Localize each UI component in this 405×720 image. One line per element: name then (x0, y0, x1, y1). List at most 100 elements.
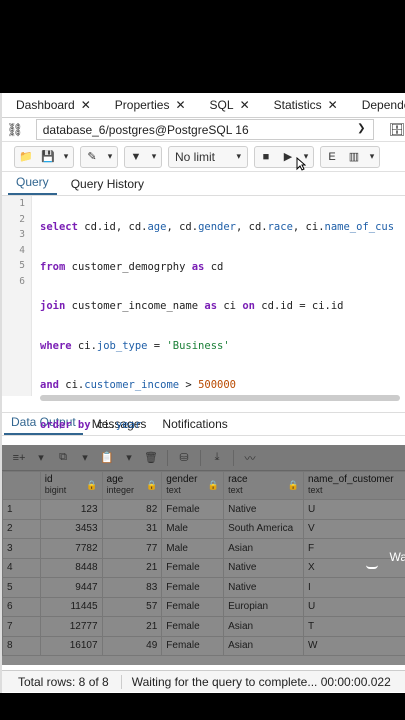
connection-status-icon[interactable]: ⛓ (2, 122, 28, 138)
table-row[interactable]: 6 11445 57 Female Europian U (2, 596, 405, 617)
cell-age[interactable]: 21 (101, 557, 163, 578)
horizontal-scrollbar[interactable] (40, 395, 400, 401)
tab-statistics[interactable]: Statistics ✕ (260, 93, 348, 117)
cell-age[interactable]: 21 (101, 616, 163, 637)
close-icon[interactable]: ✕ (328, 98, 338, 112)
chevron-down-icon[interactable]: ▾ (103, 147, 117, 167)
cell-race[interactable]: Native (223, 499, 305, 520)
cell-gender[interactable]: Female (161, 557, 225, 578)
cell-name-of-customer[interactable]: V (303, 518, 405, 539)
copy-icon[interactable]: ⧉ (54, 449, 72, 467)
cell-id[interactable]: 123 (39, 499, 103, 520)
cell-id[interactable]: 16107 (39, 635, 103, 656)
cell-gender[interactable]: Male (161, 538, 225, 559)
cell-age[interactable]: 82 (101, 499, 163, 520)
row-number[interactable]: 7 (2, 616, 41, 637)
tab-dashboard[interactable]: Dashboard ✕ (2, 93, 101, 117)
cell-race[interactable]: Asian (223, 616, 305, 637)
row-number[interactable]: 3 (2, 538, 41, 559)
results-table: id bigint 🔒 age integer 🔒 gender text 🔒 (2, 471, 405, 656)
divider (233, 449, 234, 466)
save-data-icon[interactable]: ⛁ (175, 449, 193, 467)
column-header-gender[interactable]: gender text 🔒 (161, 471, 225, 500)
cell-age[interactable]: 31 (101, 518, 163, 539)
cell-name-of-customer[interactable]: I (303, 577, 405, 598)
cell-name-of-customer[interactable]: W (303, 635, 405, 656)
cell-gender[interactable]: Female (161, 499, 225, 520)
table-row[interactable]: 5 9447 83 Female Native I (2, 577, 405, 598)
tab-dependencies[interactable]: Dependencies✕ (348, 93, 405, 117)
close-icon[interactable]: ✕ (175, 98, 185, 112)
column-header-race[interactable]: race text 🔒 (223, 471, 305, 500)
chevron-down-icon[interactable]: ▾ (59, 147, 73, 167)
tab-properties[interactable]: Properties ✕ (101, 93, 196, 117)
cell-name-of-customer[interactable]: T (303, 616, 405, 637)
cell-age[interactable]: 77 (101, 538, 163, 559)
connection-select[interactable]: database_6/postgres@PostgreSQL 16 ❯ (35, 119, 375, 140)
cell-race[interactable]: Native (223, 557, 305, 578)
cell-name-of-customer[interactable]: U (303, 499, 405, 520)
cell-id[interactable]: 12777 (39, 616, 103, 637)
cell-gender[interactable]: Male (161, 518, 225, 539)
cell-race[interactable]: Native (223, 577, 305, 598)
limit-select[interactable]: No limit ▾ (168, 145, 248, 168)
cell-age[interactable]: 83 (101, 577, 163, 598)
edit-pen-icon[interactable]: ✎ (81, 147, 103, 167)
cell-race[interactable]: Asian (223, 635, 305, 656)
chevron-down-icon[interactable]: ▾ (365, 147, 379, 167)
cell-name-of-customer[interactable]: U (303, 596, 405, 617)
chevron-down-icon[interactable]: ▾ (147, 147, 161, 167)
delete-icon[interactable]: 🗑 (142, 449, 160, 467)
sql-editor[interactable]: 1 2 3 4 5 6 select cd.id, cd.age, cd.gen… (2, 196, 405, 431)
row-number[interactable]: 6 (2, 596, 41, 617)
download-icon[interactable]: ⤓ (208, 449, 226, 467)
table-row[interactable]: 1 123 82 Female Native U (2, 499, 405, 520)
code-line: from customer_demogrphy as cd (40, 260, 224, 273)
cell-age[interactable]: 49 (101, 635, 163, 656)
cell-id[interactable]: 3453 (39, 518, 103, 539)
row-number[interactable]: 2 (2, 518, 41, 539)
chevron-down-icon[interactable]: ▾ (32, 449, 50, 467)
cell-race[interactable]: South America (223, 518, 305, 539)
cell-id[interactable]: 8448 (39, 557, 103, 578)
graph-visualiser-icon[interactable]: 〰 (241, 449, 259, 467)
cell-gender[interactable]: Female (161, 577, 225, 598)
cell-id[interactable]: 11445 (39, 596, 103, 617)
cell-race[interactable]: Asian (223, 538, 305, 559)
cell-gender[interactable]: Female (161, 635, 225, 656)
column-header-id[interactable]: id bigint 🔒 (39, 471, 103, 500)
explain-icon[interactable]: E (321, 147, 343, 167)
table-row[interactable]: 4 8448 21 Female Native X (2, 557, 405, 578)
tab-query-history[interactable]: Query History (63, 177, 152, 195)
stop-icon[interactable]: ■ (255, 147, 277, 167)
cell-race[interactable]: Europian (223, 596, 305, 617)
column-header-name-of-customer[interactable]: name_of_customer text (303, 471, 405, 500)
add-row-icon[interactable]: ≡+ (10, 449, 28, 467)
cell-age[interactable]: 57 (101, 596, 163, 617)
close-icon[interactable]: ✕ (81, 98, 91, 112)
chevron-down-icon[interactable]: ▾ (76, 449, 94, 467)
table-row[interactable]: 7 12777 21 Female Asian T (2, 616, 405, 637)
database-icon[interactable]: 🗄 (388, 122, 405, 138)
row-number[interactable]: 4 (2, 557, 41, 578)
tab-query[interactable]: Query (8, 175, 57, 195)
filter-icon[interactable]: ▼ (125, 147, 147, 167)
explain-analyze-icon[interactable]: ▥ (343, 147, 365, 167)
table-row[interactable]: 3 7782 77 Male Asian F (2, 538, 405, 559)
save-icon[interactable]: 💾 (37, 147, 59, 167)
tab-sql[interactable]: SQL ✕ (196, 93, 260, 117)
open-folder-icon[interactable]: 📁 (15, 147, 37, 167)
cell-id[interactable]: 9447 (39, 577, 103, 598)
chevron-down-icon[interactable]: ▾ (120, 449, 138, 467)
close-icon[interactable]: ✕ (240, 98, 250, 112)
cell-gender[interactable]: Female (161, 596, 225, 617)
cell-id[interactable]: 7782 (39, 538, 103, 559)
column-header-age[interactable]: age integer 🔒 (101, 471, 163, 500)
row-number[interactable]: 5 (2, 577, 41, 598)
cell-gender[interactable]: Female (161, 616, 225, 637)
paste-icon[interactable]: 📋 (98, 449, 116, 467)
row-number[interactable]: 1 (2, 499, 41, 520)
row-number[interactable]: 8 (2, 635, 41, 656)
table-row[interactable]: 2 3453 31 Male South America V (2, 518, 405, 539)
table-row[interactable]: 8 16107 49 Female Asian W (2, 635, 405, 656)
